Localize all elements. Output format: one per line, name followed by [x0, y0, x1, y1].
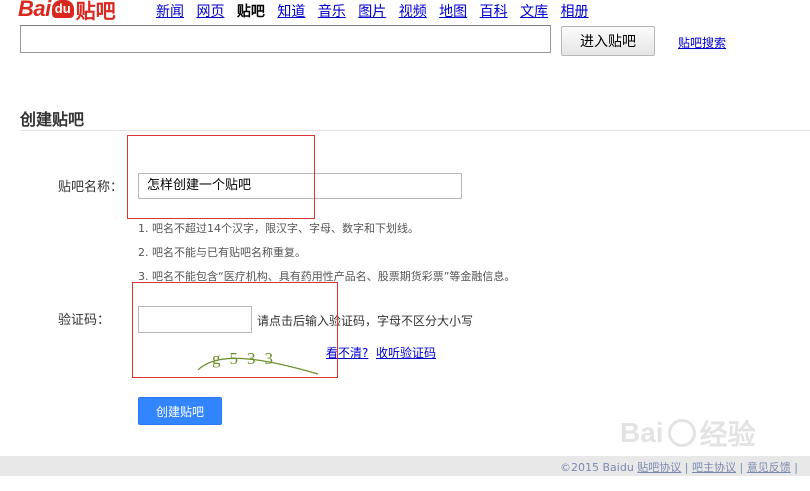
- watermark-latin: Bai: [620, 417, 664, 448]
- highlight-box-captcha: [132, 282, 338, 378]
- section-divider: [20, 130, 810, 131]
- enter-tieba-button[interactable]: 进入贴吧: [561, 26, 655, 56]
- page-title: 创建贴吧: [20, 110, 85, 129]
- nav-images[interactable]: 图片: [358, 4, 386, 20]
- logo-tieba-text: 贴吧: [75, 0, 116, 23]
- tieba-name-label: 贴吧名称：: [58, 180, 124, 195]
- nav-zhidao[interactable]: 知道: [277, 4, 305, 20]
- nav-tieba-active: 贴吧: [236, 4, 265, 20]
- footer-copyright: ©2015 Baidu: [560, 461, 634, 474]
- top-nav: 新闻 网页 贴吧 知道 音乐 图片 视频 地图 百科 文库 相册: [156, 1, 597, 21]
- create-tieba-button[interactable]: 创建贴吧: [138, 397, 222, 425]
- captcha-listen-link[interactable]: 收听验证码: [376, 344, 436, 361]
- footer: ©2015 Baidu 贴吧协议 | 吧主协议 | 意见反馈 |: [560, 461, 798, 474]
- nav-video[interactable]: 视频: [399, 4, 427, 20]
- nav-map[interactable]: 地图: [439, 4, 467, 20]
- footer-link-feedback[interactable]: 意见反馈: [747, 461, 791, 474]
- search-input[interactable]: [20, 25, 551, 53]
- nav-album[interactable]: 相册: [561, 4, 589, 20]
- baidu-jingyan-watermark: Bai 经验: [620, 402, 770, 464]
- watermark-cn: 经验: [699, 418, 756, 451]
- logo-paw-icon: du: [51, 0, 74, 18]
- logo-latin-text: Bai: [18, 0, 51, 21]
- tieba-search-link[interactable]: 贴吧搜索: [678, 34, 726, 51]
- footer-link-moderator[interactable]: 吧主协议: [692, 461, 736, 474]
- footer-link-agreement[interactable]: 贴吧协议: [637, 461, 681, 474]
- highlight-box-name: [127, 135, 315, 219]
- nav-music[interactable]: 音乐: [318, 4, 346, 20]
- rule-2: 2. 吧名不能与已有贴吧名称重复。: [138, 246, 306, 259]
- captcha-label: 验证码：: [58, 313, 111, 328]
- nav-news[interactable]: 新闻: [156, 4, 184, 20]
- baidu-tieba-logo[interactable]: Bai du 贴吧: [18, 0, 116, 23]
- rule-1: 1. 吧名不超过14个汉字，限汉字、字母、数字和下划线。: [138, 222, 419, 235]
- nav-baike[interactable]: 百科: [480, 4, 508, 20]
- watermark-paw-icon: [667, 419, 696, 447]
- nav-web[interactable]: 网页: [196, 4, 224, 20]
- nav-wenku[interactable]: 文库: [520, 4, 548, 20]
